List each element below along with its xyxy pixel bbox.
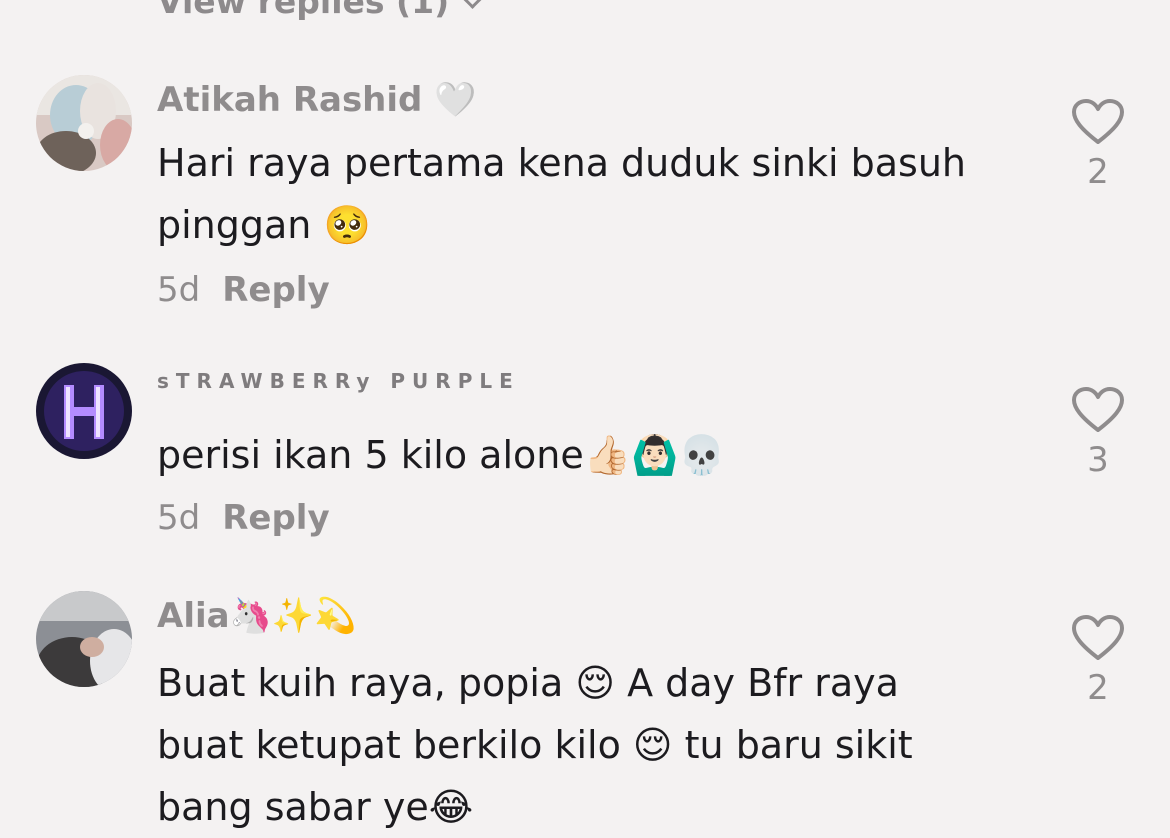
like-count: 3: [1087, 440, 1109, 480]
avatar[interactable]: [36, 363, 132, 459]
like-count: 2: [1087, 668, 1109, 708]
chevron-down-icon: [459, 0, 487, 9]
comment-line: pinggan: [157, 203, 312, 247]
view-replies-link[interactable]: View replies (1): [157, 0, 487, 21]
username-emoji: 🦄✨💫: [229, 596, 357, 636]
comment-line: tu baru sikit: [684, 723, 913, 767]
comment-line: Hari raya pertama kena duduk sinki basuh: [157, 141, 967, 185]
heart-outline-icon: [1072, 615, 1124, 660]
comment-line: buat ketupat berkilo kilo: [157, 723, 621, 767]
avatar[interactable]: [36, 75, 132, 171]
heart-outline-icon: [1072, 99, 1124, 144]
like-button[interactable]: 3: [1070, 386, 1126, 480]
pleading-face-emoji: 🥺: [323, 203, 371, 247]
username-text: Alia: [157, 596, 230, 636]
reply-button[interactable]: Reply: [222, 498, 329, 538]
username-text: Atikah Rashid: [157, 80, 423, 120]
comment-line: bang sabar ye: [157, 785, 429, 829]
view-replies-label: View replies (1): [157, 0, 450, 21]
emoji-group: 👍🏻🙆🏻‍♂️💀: [583, 433, 726, 477]
username[interactable]: Alia🦄✨💫: [157, 596, 357, 636]
comment-line: perisi ikan 5 kilo alone: [157, 433, 584, 477]
like-count: 2: [1087, 152, 1109, 192]
username[interactable]: Atikah Rashid 🤍: [157, 80, 477, 120]
comment-meta: 5d Reply: [157, 270, 330, 310]
relieved-face-emoji: 😌: [575, 661, 615, 705]
avatar[interactable]: [36, 591, 132, 687]
reply-button[interactable]: Reply: [222, 270, 329, 310]
comment-text: Hari raya pertama kena duduk sinki basuh…: [157, 132, 1017, 256]
like-button[interactable]: 2: [1070, 98, 1126, 192]
white-heart-icon: 🤍: [434, 80, 477, 120]
username[interactable]: sTRAWBERRy PURPLE: [157, 369, 520, 393]
comment-line: A day Bfr raya: [627, 661, 899, 705]
comment-meta: 5d Reply: [157, 498, 330, 538]
comment-time: 5d: [157, 498, 201, 538]
comment-line: Buat kuih raya, popia: [157, 661, 564, 705]
heart-outline-icon: [1072, 387, 1124, 432]
comment-time: 5d: [157, 270, 201, 310]
like-button[interactable]: 2: [1070, 614, 1126, 708]
relieved-face-emoji: 😌: [632, 723, 673, 767]
comment-text: perisi ikan 5 kilo alone👍🏻🙆🏻‍♂️💀: [157, 424, 1017, 486]
laughing-tears-emoji: 😂: [428, 785, 474, 829]
comment-text: Buat kuih raya, popia 😌 A day Bfr raya b…: [157, 652, 1017, 838]
